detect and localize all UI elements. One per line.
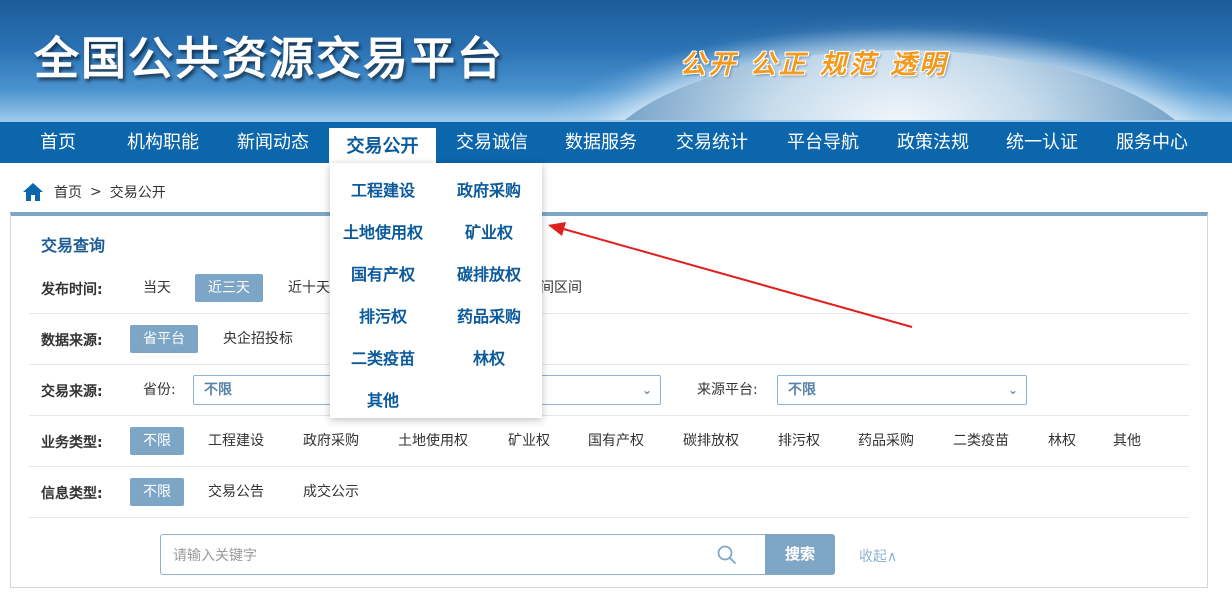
province-select-value: 不限 — [204, 382, 232, 398]
business-type-option-mining[interactable]: 矿业权 — [495, 427, 563, 455]
business-type-option-vaccine[interactable]: 二类疫苗 — [940, 427, 1022, 455]
nav-item-auth[interactable]: 统一认证 — [997, 122, 1087, 163]
home-icon[interactable] — [22, 182, 44, 202]
data-source-option-soe[interactable]: 央企招投标 — [210, 325, 306, 353]
publish-time-row: 发布时间: 当天 近三天 近十天 间区间 — [29, 263, 1189, 314]
dropdown-item-vaccine[interactable]: 二类疫苗 — [330, 345, 436, 369]
business-type-option-land[interactable]: 土地使用权 — [385, 427, 481, 455]
breadcrumb: 首页 > 交易公开 — [22, 180, 166, 204]
trade-public-dropdown-menu: 工程建设 政府采购 土地使用权 矿业权 国有产权 碳排放权 排污权 药品采购 二… — [330, 163, 542, 418]
nav-item-platform-nav[interactable]: 平台导航 — [778, 122, 868, 163]
province-label: 省份: — [143, 382, 176, 398]
nav-item-news[interactable]: 新闻动态 — [228, 122, 318, 163]
info-type-option-any[interactable]: 不限 — [130, 478, 184, 506]
keyword-search-input[interactable] — [161, 535, 701, 574]
header-banner: 全国公共资源交易平台 公开 公正 规范 透明 — [0, 0, 1232, 120]
dropdown-item-mining[interactable]: 矿业权 — [436, 219, 542, 243]
source-platform-select[interactable]: 不限 ⌄ — [777, 375, 1027, 405]
trade-source-row: 交易来源: 省份: 不限 ⌄ 来源平台: 不限 ⌄ — [29, 365, 1189, 416]
site-slogan: 公开 公正 规范 透明 — [680, 50, 949, 80]
business-type-option-gov-procurement[interactable]: 政府采购 — [290, 427, 372, 455]
dropdown-item-gov-procurement[interactable]: 政府采购 — [436, 177, 542, 201]
nav-item-trade-stats[interactable]: 交易统计 — [667, 122, 757, 163]
source-platform-select-value: 不限 — [788, 382, 816, 398]
info-type-label: 信息类型: — [41, 486, 103, 502]
business-type-option-carbon[interactable]: 碳排放权 — [670, 427, 752, 455]
site-title: 全国公共资源交易平台 — [34, 32, 505, 85]
collapse-link[interactable]: 收起∧ — [859, 546, 897, 566]
info-type-option-result[interactable]: 成交公示 — [290, 478, 372, 506]
trade-source-label: 交易来源: — [41, 384, 103, 400]
dropdown-item-state-property[interactable]: 国有产权 — [330, 261, 436, 285]
query-panel: 交易查询 发布时间: 当天 近三天 近十天 间区间 数据来源: 省平台 央企招投… — [10, 212, 1208, 588]
info-type-row: 信息类型: 不限 交易公告 成交公示 — [29, 467, 1189, 518]
business-type-row: 业务类型: 不限 工程建设 政府采购 土地使用权 矿业权 国有产权 碳排放权 排… — [29, 416, 1189, 467]
keyword-search-box — [160, 534, 765, 575]
nav-item-home[interactable]: 首页 — [20, 122, 96, 163]
publish-time-option-today[interactable]: 当天 — [130, 274, 184, 302]
dropdown-item-drug[interactable]: 药品采购 — [436, 303, 542, 327]
nav-item-institution[interactable]: 机构职能 — [118, 122, 208, 163]
nav-item-trade-credit[interactable]: 交易诚信 — [447, 122, 537, 163]
business-type-option-other[interactable]: 其他 — [1100, 427, 1154, 455]
main-nav: 首页 机构职能 新闻动态 交易公开 交易诚信 数据服务 交易统计 平台导航 政策… — [0, 120, 1232, 165]
business-type-option-any[interactable]: 不限 — [130, 427, 184, 455]
breadcrumb-current: 交易公开 — [109, 185, 166, 201]
data-source-label: 数据来源: — [41, 333, 103, 349]
publish-time-label: 发布时间: — [41, 282, 103, 298]
nav-item-data-service[interactable]: 数据服务 — [556, 122, 646, 163]
business-type-option-engineering[interactable]: 工程建设 — [195, 427, 277, 455]
nav-item-policy[interactable]: 政策法规 — [888, 122, 978, 163]
dropdown-item-engineering[interactable]: 工程建设 — [330, 177, 436, 201]
dropdown-item-carbon[interactable]: 碳排放权 — [436, 261, 542, 285]
query-panel-title: 交易查询 — [41, 236, 106, 255]
breadcrumb-separator: > — [90, 184, 102, 200]
data-source-row: 数据来源: 省平台 央企招投标 — [29, 314, 1189, 365]
search-icon[interactable] — [716, 544, 738, 566]
nav-item-service-center[interactable]: 服务中心 — [1107, 122, 1197, 163]
dropdown-item-pollution[interactable]: 排污权 — [330, 303, 436, 327]
info-type-option-announcement[interactable]: 交易公告 — [195, 478, 277, 506]
nav-item-trade-public[interactable]: 交易公开 — [329, 125, 436, 165]
publish-time-option-3days[interactable]: 近三天 — [195, 274, 263, 302]
breadcrumb-home[interactable]: 首页 — [54, 182, 82, 202]
chevron-down-icon: ⌄ — [641, 383, 652, 397]
business-type-label: 业务类型: — [41, 435, 103, 451]
business-type-option-pollution[interactable]: 排污权 — [765, 427, 833, 455]
business-type-option-forest[interactable]: 林权 — [1035, 427, 1089, 455]
source-platform-label: 来源平台: — [697, 382, 758, 398]
chevron-down-icon: ⌄ — [1007, 383, 1018, 397]
dropdown-item-land[interactable]: 土地使用权 — [330, 219, 436, 243]
business-type-option-state-property[interactable]: 国有产权 — [575, 427, 657, 455]
business-type-option-drug[interactable]: 药品采购 — [845, 427, 927, 455]
search-button[interactable]: 搜索 — [765, 534, 835, 575]
data-source-option-province[interactable]: 省平台 — [130, 325, 198, 353]
dropdown-item-forest[interactable]: 林权 — [436, 345, 542, 369]
dropdown-item-other[interactable]: 其他 — [330, 387, 436, 411]
